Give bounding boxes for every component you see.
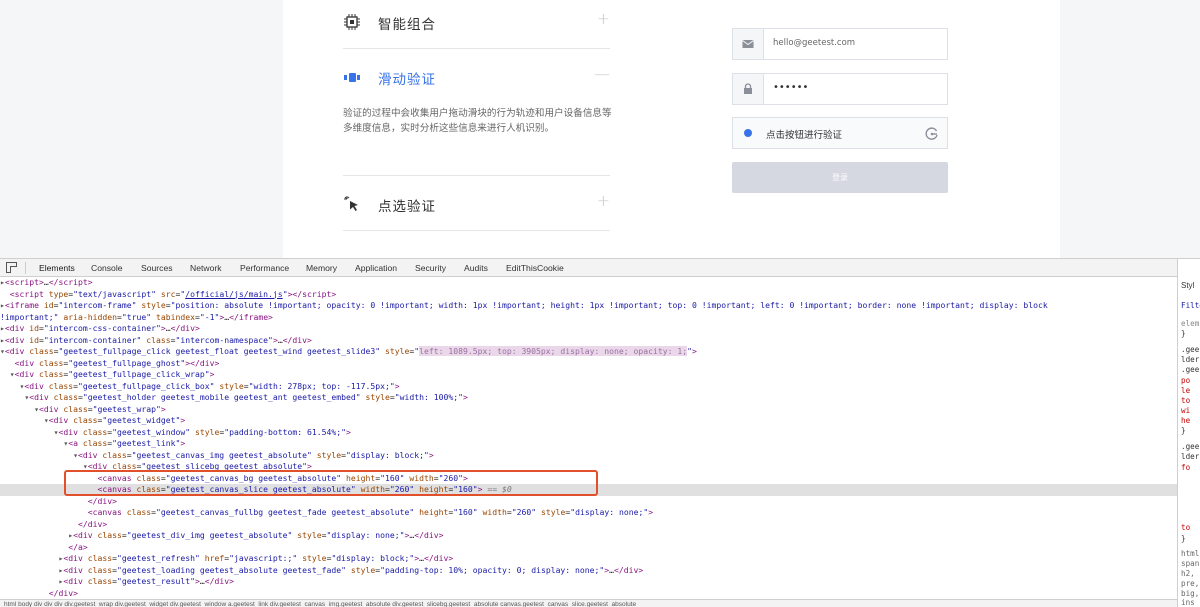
dom-node[interactable]: ▸<iframe id="intercom-frame" style="posi…	[0, 300, 1177, 312]
dom-node[interactable]: ▾<div class="geetest_wrap">	[0, 404, 1177, 416]
captcha-dot-icon	[744, 129, 752, 137]
dom-node[interactable]: ▾<div class="geetest_fullpage_click_wrap…	[0, 369, 1177, 381]
style-rule: lder	[1181, 452, 1200, 461]
feature-title: 点选验证	[378, 199, 436, 215]
email-value: hello@geetest.com	[773, 38, 856, 48]
divider	[343, 175, 610, 176]
expand-icon[interactable]: +	[597, 191, 610, 210]
style-prop: le	[1181, 386, 1191, 395]
toolbar-separator	[25, 262, 26, 274]
dom-node[interactable]: <script type="text/javascript" src="/off…	[0, 289, 1177, 301]
dom-node[interactable]: ▾<a class="geetest_link">	[0, 438, 1177, 450]
dom-node[interactable]: ▸<div id="intercom-container" class="int…	[0, 335, 1177, 347]
tab-editthiscookie[interactable]: EditThisCookie	[506, 259, 564, 277]
password-icon-box	[733, 74, 764, 104]
dom-node[interactable]: </div>	[0, 519, 1177, 531]
password-field[interactable]: ••••••	[732, 73, 948, 105]
email-field[interactable]: hello@geetest.com	[732, 28, 948, 60]
chip-icon	[343, 13, 361, 31]
style-rule: ins	[1181, 598, 1195, 607]
inspect-element-icon[interactable]	[6, 262, 17, 273]
dom-node[interactable]: ▾<div class="geetest_canvas_img geetest_…	[0, 450, 1177, 462]
style-rule: h2,	[1181, 569, 1195, 578]
dom-node[interactable]: ▾<div class="geetest_widget">	[0, 415, 1177, 427]
slider-icon	[343, 68, 361, 86]
style-rule: lder	[1181, 355, 1200, 364]
dom-node[interactable]: ▾<div class="geetest_window" style="padd…	[0, 427, 1177, 439]
expand-icon[interactable]: +	[597, 9, 610, 28]
tab-application[interactable]: Application	[355, 259, 397, 277]
style-rule: .gee	[1181, 442, 1200, 451]
dom-node[interactable]: <canvas class="geetest_canvas_fullbg gee…	[0, 507, 1177, 519]
dom-breadcrumb[interactable]: html body div div div div.geetest_wrap d…	[0, 599, 1177, 607]
tab-performance[interactable]: Performance	[240, 259, 289, 277]
style-prop: he	[1181, 416, 1191, 425]
email-icon-box	[733, 29, 764, 59]
captcha-verify-button[interactable]: 点击按钮进行验证	[732, 117, 948, 149]
feature-description: 验证的过程中会收集用户拖动滑块的行为轨迹和用户设备信息等多维度信息，实时分析这些…	[343, 108, 612, 134]
elements-dom-tree[interactable]: ▸<script>…</script> <script type="text/j…	[0, 277, 1177, 599]
dom-node[interactable]: </a>	[0, 542, 1177, 554]
style-rule: elem	[1181, 319, 1200, 328]
style-rule: span	[1181, 559, 1200, 568]
tab-sources[interactable]: Sources	[141, 259, 173, 277]
verify-label: 点击按钮进行验证	[766, 130, 843, 141]
dom-node[interactable]: ▸<div class="geetest_loading geetest_abs…	[0, 565, 1177, 577]
devtools-tab-bar: Elements Console Sources Network Perform…	[0, 259, 1200, 277]
feature-header[interactable]: 滑动验证 —	[343, 64, 610, 92]
tab-network[interactable]: Network	[190, 259, 222, 277]
tab-memory[interactable]: Memory	[306, 259, 337, 277]
login-button[interactable]: 登录	[732, 162, 948, 193]
style-prop: to	[1181, 396, 1191, 405]
style-rule: html	[1181, 549, 1200, 558]
website-area: 智能组合 + 滑动验证 — 验证的过程中会收集用户拖动滑块的行为轨迹和用户设备信…	[0, 0, 1200, 258]
style-rule: }	[1181, 329, 1186, 338]
feature-title: 滑动验证	[378, 72, 436, 88]
feature-header[interactable]: 智能组合 +	[343, 9, 610, 37]
style-prop: po	[1181, 376, 1191, 385]
lock-icon	[744, 83, 752, 94]
style-rule: .gee	[1181, 365, 1200, 374]
style-rule: pre,	[1181, 579, 1200, 588]
annotation-highlight-box	[64, 470, 598, 496]
style-prop: fo	[1181, 463, 1191, 472]
dom-node[interactable]: <div class="geetest_fullpage_ghost"></di…	[0, 358, 1177, 370]
feature-title: 智能组合	[378, 17, 436, 33]
style-rule: .gee	[1181, 345, 1200, 354]
dom-node[interactable]: ▸<div class="geetest_refresh" href="java…	[0, 553, 1177, 565]
tab-security[interactable]: Security	[415, 259, 446, 277]
devtools-panel: Elements Console Sources Network Perform…	[0, 258, 1200, 607]
dom-node[interactable]: ▸<script>…</script>	[0, 277, 1177, 289]
mail-icon	[742, 40, 754, 48]
style-prop: wi	[1181, 406, 1191, 415]
styles-pane[interactable]: Styl Filte elem } .gee lder .gee po le t…	[1177, 259, 1200, 607]
click-cursor-icon	[343, 195, 361, 213]
dom-node[interactable]: !important;" aria-hidden="true" tabindex…	[0, 312, 1177, 324]
style-rule: }	[1181, 426, 1186, 435]
styles-filter[interactable]: Filte	[1181, 301, 1200, 310]
styles-tab[interactable]: Styl	[1181, 281, 1194, 290]
style-prop: to	[1181, 523, 1191, 532]
collapse-icon[interactable]: —	[594, 64, 610, 83]
dom-node[interactable]: </div>	[0, 496, 1177, 508]
feature-header[interactable]: 点选验证 +	[343, 191, 610, 219]
divider	[343, 230, 610, 231]
dom-node[interactable]: ▾<div class="geetest_fullpage_click geet…	[0, 346, 1177, 358]
dom-node[interactable]: ▾<div class="geetest_fullpage_click_box"…	[0, 381, 1177, 393]
divider	[343, 48, 610, 49]
dom-node[interactable]: ▾<div class="geetest_holder geetest_mobi…	[0, 392, 1177, 404]
style-rule: big,	[1181, 589, 1200, 598]
dom-node[interactable]: ▸<div class="geetest_result">…</div>	[0, 576, 1177, 588]
tab-elements[interactable]: Elements	[39, 259, 75, 277]
style-rule: }	[1181, 534, 1186, 543]
geetest-logo-icon	[925, 126, 939, 145]
tab-audits[interactable]: Audits	[464, 259, 488, 277]
password-value: ••••••	[773, 82, 809, 93]
dom-node[interactable]: </div>	[0, 588, 1177, 600]
dom-node[interactable]: ▸<div class="geetest_div_img geetest_abs…	[0, 530, 1177, 542]
dom-node[interactable]: ▸<div id="intercom-css-container">…</div…	[0, 323, 1177, 335]
tab-console[interactable]: Console	[91, 259, 123, 277]
